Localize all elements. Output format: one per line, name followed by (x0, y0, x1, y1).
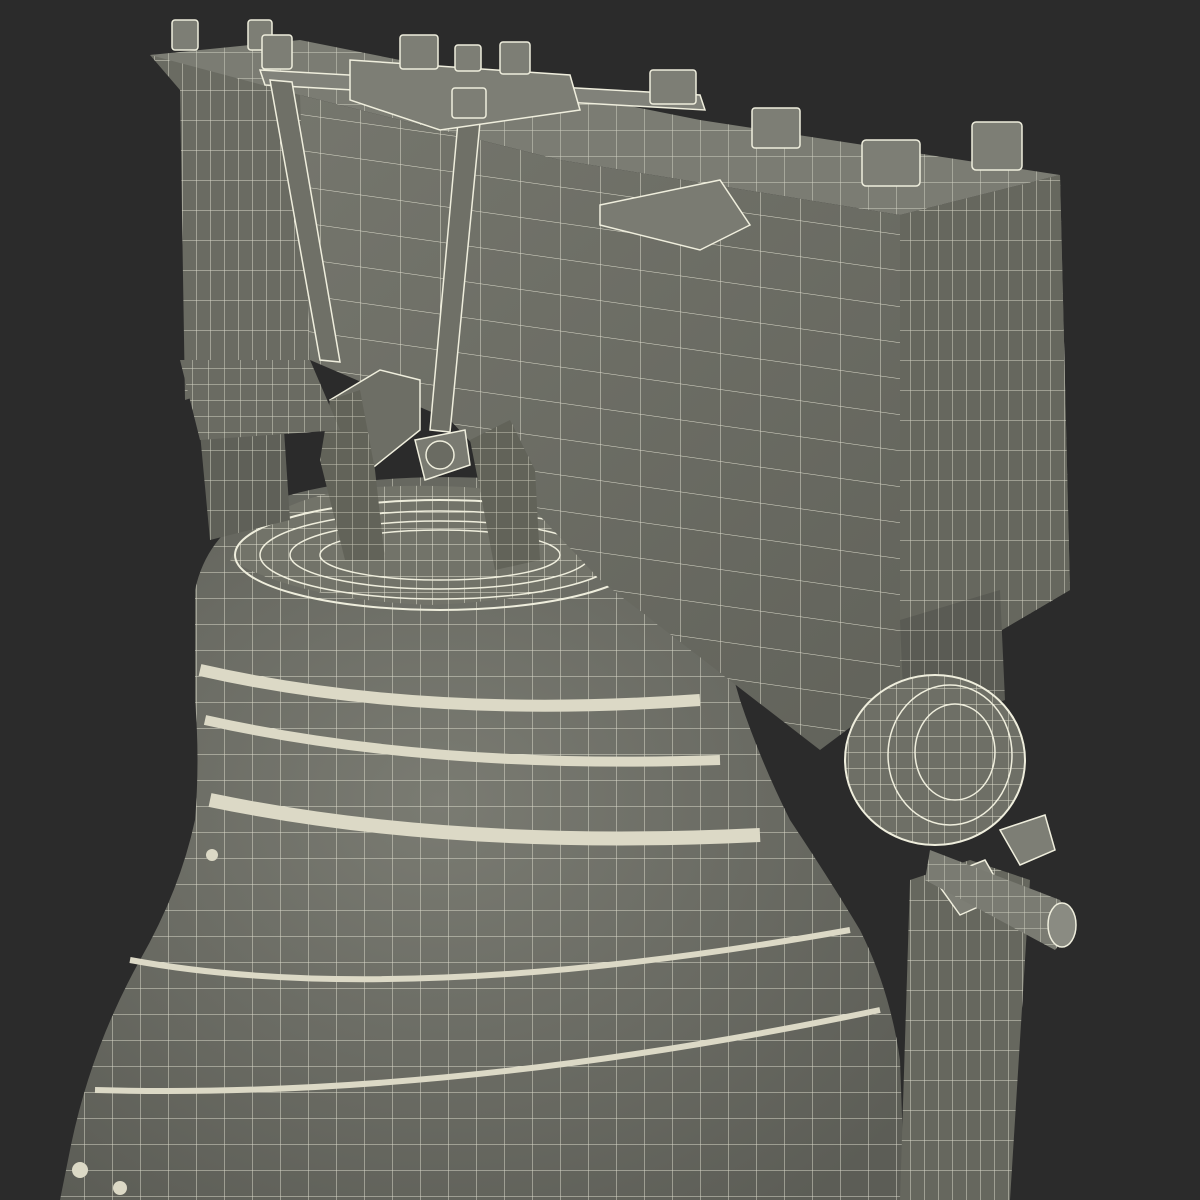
render-viewport (0, 0, 1200, 1200)
bolt (171, 19, 199, 51)
bolt (451, 87, 487, 119)
bolt (261, 34, 293, 70)
bolt (649, 69, 697, 105)
bolt (751, 107, 801, 149)
bolt (971, 121, 1023, 171)
bolt (861, 139, 921, 187)
model-render (0, 0, 1200, 1200)
bolt (399, 34, 439, 70)
bolt (454, 44, 482, 72)
bolt (499, 41, 531, 75)
